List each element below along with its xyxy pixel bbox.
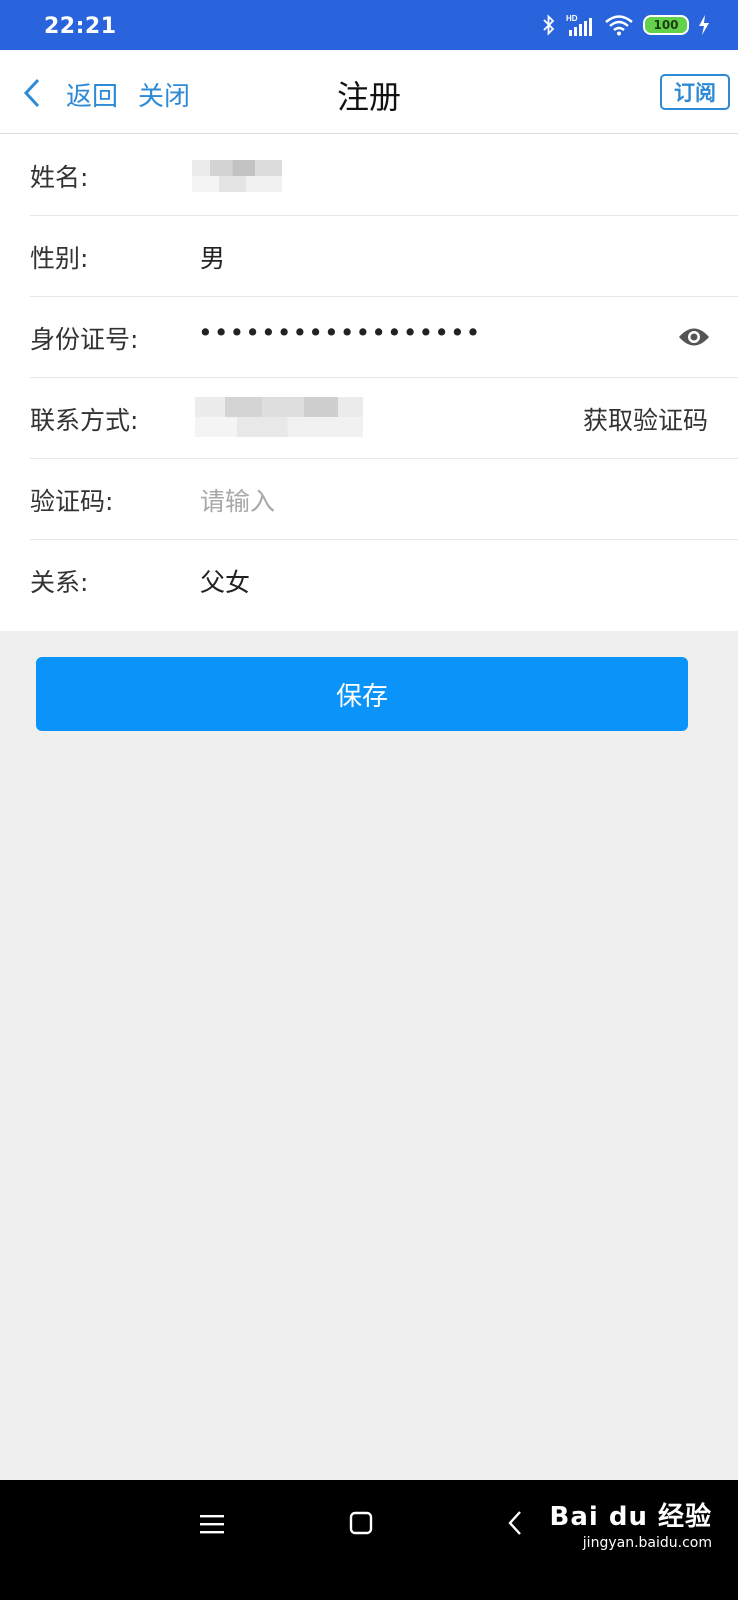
status-bar: 22:21 HD 100 [0,0,738,50]
menu-icon[interactable] [200,1514,224,1534]
contact-label: 联系方式: [30,406,139,435]
system-nav-bar: Bai du 经验 jingyan.baidu.com [0,1480,738,1600]
home-icon[interactable] [349,1511,373,1535]
watermark-url: jingyan.baidu.com [582,1535,712,1551]
relation-value[interactable]: 父女 [200,563,250,599]
get-code-button[interactable]: 获取验证码 [583,401,708,437]
signal-hd-icon: HD [566,14,592,36]
code-label: 验证码: [30,487,114,516]
name-value-redacted [192,160,282,192]
gender-row[interactable]: 性别: 男 [30,215,738,297]
charging-icon [699,15,709,35]
page-title: 注册 [336,78,401,116]
watermark-logo: Bai du 经验 [549,1502,712,1532]
battery-level: 100 [653,18,679,32]
status-icons: HD 100 [542,12,710,38]
subscribe-button[interactable]: 订阅 [660,74,730,110]
gender-value[interactable]: 男 [200,239,225,275]
contact-value-redacted [195,397,363,437]
contact-row[interactable]: 联系方式: 获取验证码 [30,377,738,459]
save-button[interactable]: 保存 [36,657,688,731]
registration-form: 姓名: 性别: 男 身份证号: •••••••••••••••••• 联系方式:… [0,134,738,631]
id-number-label: 身份证号: [30,325,139,354]
svg-text:HD: HD [566,14,578,23]
name-row[interactable]: 姓名: [30,134,738,216]
id-number-field[interactable]: •••••••••••••••••• [198,318,481,347]
code-row[interactable]: 验证码: 请输入 [30,458,738,540]
back-icon[interactable] [508,1510,522,1536]
gender-label: 性别: [30,244,89,273]
relation-label: 关系: [30,568,89,597]
eye-icon[interactable] [678,326,710,348]
status-time: 22:21 [44,14,117,39]
id-number-row[interactable]: 身份证号: •••••••••••••••••• [30,296,738,378]
code-input[interactable]: 请输入 [200,482,275,518]
bluetooth-icon [543,14,555,36]
baidu-watermark: Bai du 经验 jingyan.baidu.com [550,1496,713,1551]
wifi-icon [605,15,633,36]
relation-row[interactable]: 关系: 父女 [30,539,738,621]
name-label: 姓名: [30,163,89,192]
nav-bar: 返回 关闭 注册 订阅 [0,50,738,134]
battery-icon: 100 [643,15,689,35]
